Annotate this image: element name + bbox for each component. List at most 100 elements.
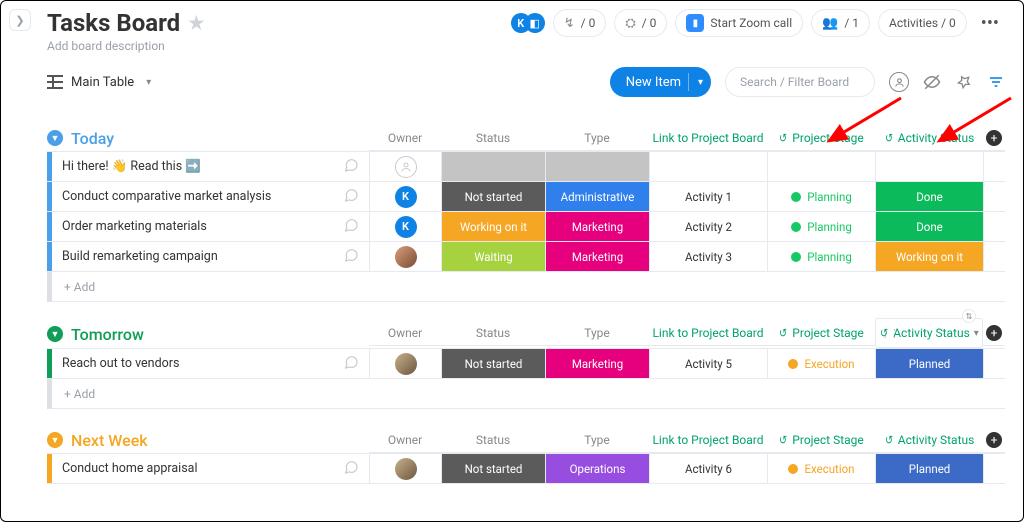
board-description-placeholder[interactable]: Add board description bbox=[47, 39, 204, 53]
owner-cell[interactable]: K bbox=[369, 182, 441, 211]
column-header-owner[interactable]: Owner bbox=[369, 320, 441, 346]
board-members-avatar[interactable]: K ◧ bbox=[511, 13, 545, 33]
group-title[interactable]: ▼ Next Week bbox=[47, 431, 148, 450]
owner-avatar[interactable] bbox=[395, 458, 417, 480]
activity-status-cell[interactable] bbox=[875, 152, 983, 181]
project-stage-cell[interactable] bbox=[767, 152, 875, 181]
column-header-owner[interactable]: Owner bbox=[369, 427, 441, 453]
type-cell[interactable]: Administrative bbox=[545, 182, 649, 211]
group-title[interactable]: ▼ Tomorrow bbox=[47, 325, 144, 344]
group-title[interactable]: ▼ Today bbox=[47, 129, 114, 148]
activity-status-cell[interactable]: Done bbox=[875, 212, 983, 241]
search-input[interactable]: Search / Filter Board bbox=[725, 67, 875, 97]
owner-cell[interactable] bbox=[369, 242, 441, 271]
project-stage-cell[interactable]: Execution bbox=[767, 454, 875, 483]
new-item-button[interactable]: New Item ▾ bbox=[610, 67, 711, 97]
project-stage-cell[interactable]: Planning bbox=[767, 212, 875, 241]
link-cell[interactable]: Activity 2 bbox=[649, 212, 767, 241]
add-column-button[interactable]: + bbox=[986, 432, 1002, 448]
add-item-row[interactable]: + Add bbox=[47, 379, 1005, 409]
conversation-icon[interactable] bbox=[343, 187, 359, 207]
collapse-group-icon[interactable]: ▼ bbox=[47, 432, 63, 448]
pin-icon[interactable] bbox=[955, 73, 973, 91]
project-stage-cell[interactable]: Execution bbox=[767, 349, 875, 378]
board-title[interactable]: Tasks Board bbox=[47, 9, 180, 37]
owner-avatar[interactable] bbox=[395, 246, 417, 268]
favorite-star-icon[interactable]: ★ bbox=[188, 13, 204, 34]
link-cell[interactable] bbox=[649, 152, 767, 181]
owner-cell[interactable] bbox=[369, 454, 441, 483]
column-header-type[interactable]: Type bbox=[545, 320, 649, 346]
column-header-activity-status[interactable]: ↺Activity Status bbox=[875, 427, 983, 453]
column-header-status[interactable]: Status bbox=[441, 125, 545, 151]
collapse-group-icon[interactable]: ▼ bbox=[47, 326, 63, 342]
automations-pill[interactable]: ⛭ / 0 bbox=[614, 9, 667, 37]
view-switcher[interactable]: Main Table ▾ bbox=[47, 75, 151, 90]
project-stage-cell[interactable]: Planning bbox=[767, 242, 875, 271]
link-cell[interactable]: Activity 5 bbox=[649, 349, 767, 378]
status-cell[interactable]: Waiting bbox=[441, 242, 545, 271]
owner-avatar[interactable] bbox=[395, 353, 417, 375]
type-cell[interactable]: Marketing bbox=[545, 242, 649, 271]
hide-columns-icon[interactable] bbox=[923, 73, 941, 91]
collapse-panel-button[interactable]: ❯ bbox=[9, 9, 31, 31]
task-name-cell[interactable]: Order marketing materials bbox=[47, 212, 369, 241]
add-column-button[interactable]: + bbox=[986, 325, 1002, 341]
type-cell[interactable]: Marketing bbox=[545, 212, 649, 241]
task-name-cell[interactable]: Reach out to vendors bbox=[47, 349, 369, 378]
board-menu-button[interactable]: ••• bbox=[975, 13, 1005, 34]
activity-status-cell[interactable]: Planned bbox=[875, 454, 983, 483]
column-header-activity-status[interactable]: ↺Activity Status bbox=[875, 125, 983, 151]
collapse-group-icon[interactable]: ▼ bbox=[47, 130, 63, 146]
conversation-icon[interactable] bbox=[343, 247, 359, 267]
integrations-pill[interactable]: ↯ / 0 bbox=[553, 9, 607, 37]
conversation-icon[interactable] bbox=[343, 354, 359, 374]
activity-status-cell[interactable]: Working on it bbox=[875, 242, 983, 271]
owner-avatar[interactable]: K bbox=[395, 216, 417, 238]
activity-log-pill[interactable]: Activities / 0 bbox=[878, 9, 967, 37]
column-header-link[interactable]: Link to Project Board bbox=[649, 427, 767, 453]
owner-cell[interactable] bbox=[369, 152, 441, 181]
column-header-status[interactable]: Status bbox=[441, 427, 545, 453]
column-header-status[interactable]: Status bbox=[441, 320, 545, 346]
owner-cell[interactable]: K bbox=[369, 212, 441, 241]
add-item-row[interactable]: + Add bbox=[47, 272, 1005, 302]
type-cell[interactable]: Operations bbox=[545, 454, 649, 483]
conversation-icon[interactable] bbox=[343, 459, 359, 479]
owner-avatar[interactable]: K bbox=[395, 186, 417, 208]
column-header-link[interactable]: Link to Project Board bbox=[649, 320, 767, 346]
activity-status-cell[interactable]: Planned bbox=[875, 349, 983, 378]
conversation-icon[interactable] bbox=[343, 157, 359, 177]
project-stage-cell[interactable]: Planning bbox=[767, 182, 875, 211]
owner-empty-icon[interactable] bbox=[395, 156, 417, 178]
chevron-down-icon[interactable]: ▾ bbox=[698, 77, 703, 88]
column-header-project-stage[interactable]: ↺Project Stage bbox=[767, 125, 875, 151]
column-header-project-stage[interactable]: ↺Project Stage bbox=[767, 320, 875, 346]
link-cell[interactable]: Activity 6 bbox=[649, 454, 767, 483]
type-cell[interactable] bbox=[545, 152, 649, 181]
activity-status-cell[interactable]: Done bbox=[875, 182, 983, 211]
task-name-cell[interactable]: Build remarketing campaign bbox=[47, 242, 369, 271]
type-cell[interactable]: Marketing bbox=[545, 349, 649, 378]
task-name-cell[interactable]: Conduct comparative market analysis bbox=[47, 182, 369, 211]
column-header-link[interactable]: Link to Project Board bbox=[649, 125, 767, 151]
column-header-type[interactable]: Type bbox=[545, 427, 649, 453]
status-cell[interactable]: Working on it bbox=[441, 212, 545, 241]
start-zoom-button[interactable]: ▮ Start Zoom call bbox=[675, 9, 803, 37]
column-header-owner[interactable]: Owner bbox=[369, 125, 441, 151]
link-cell[interactable]: Activity 1 bbox=[649, 182, 767, 211]
column-header-activity-status[interactable]: ⋮⋮⇅↺Activity Status▾ bbox=[875, 318, 983, 348]
status-cell[interactable] bbox=[441, 152, 545, 181]
filter-icon[interactable] bbox=[987, 73, 1005, 91]
invite-members-pill[interactable]: 👥 / 1 bbox=[811, 9, 870, 37]
column-header-project-stage[interactable]: ↺Project Stage bbox=[767, 427, 875, 453]
conversation-icon[interactable] bbox=[343, 217, 359, 237]
status-cell[interactable]: Not started bbox=[441, 182, 545, 211]
task-name-cell[interactable]: Conduct home appraisal bbox=[47, 454, 369, 483]
link-cell[interactable]: Activity 3 bbox=[649, 242, 767, 271]
owner-cell[interactable] bbox=[369, 349, 441, 378]
person-filter-icon[interactable] bbox=[889, 72, 909, 92]
status-cell[interactable]: Not started bbox=[441, 349, 545, 378]
sort-icon[interactable]: ⇅ bbox=[962, 309, 976, 323]
add-column-button[interactable]: + bbox=[986, 130, 1002, 146]
